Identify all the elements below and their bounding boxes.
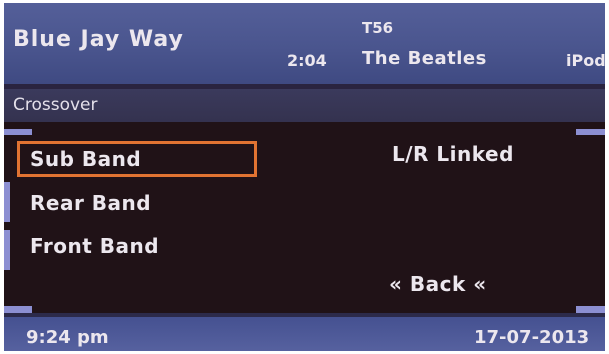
song-title: Blue Jay Way <box>13 27 184 52</box>
menu-item-sub-band[interactable]: Sub Band <box>17 141 257 177</box>
head-unit-screen: Blue Jay Way 2:04 T56 The Beatles iPod C… <box>4 3 605 351</box>
date: 17-07-2013 <box>474 327 590 348</box>
track-number: T56 <box>362 19 394 37</box>
now-playing-bar: Blue Jay Way 2:04 T56 The Beatles iPod <box>4 3 605 84</box>
menu-panel: Sub Band Rear Band Front Band L/R Linked… <box>4 122 605 313</box>
screen-title-bar: Crossover <box>4 89 605 122</box>
audio-source: iPod <box>566 51 605 70</box>
artist-name: The Beatles <box>362 48 487 69</box>
right-tab-bottom <box>576 306 605 313</box>
clock: 9:24 pm <box>26 327 109 348</box>
screen-title: Crossover <box>13 95 98 115</box>
menu-item-front-band[interactable]: Front Band <box>17 228 257 264</box>
left-tab-1 <box>4 182 10 222</box>
lr-linked-status: L/R Linked <box>392 142 514 166</box>
back-button[interactable]: « Back « <box>389 272 487 296</box>
elapsed-time: 2:04 <box>287 51 327 70</box>
status-bar: 9:24 pm 17-07-2013 <box>4 313 605 351</box>
left-tab-bottom <box>4 306 32 313</box>
menu-item-rear-band[interactable]: Rear Band <box>17 185 257 221</box>
left-tab-top <box>4 129 32 135</box>
left-tab-2 <box>4 230 10 270</box>
right-tab-top <box>576 129 605 135</box>
footer-divider <box>4 313 605 317</box>
